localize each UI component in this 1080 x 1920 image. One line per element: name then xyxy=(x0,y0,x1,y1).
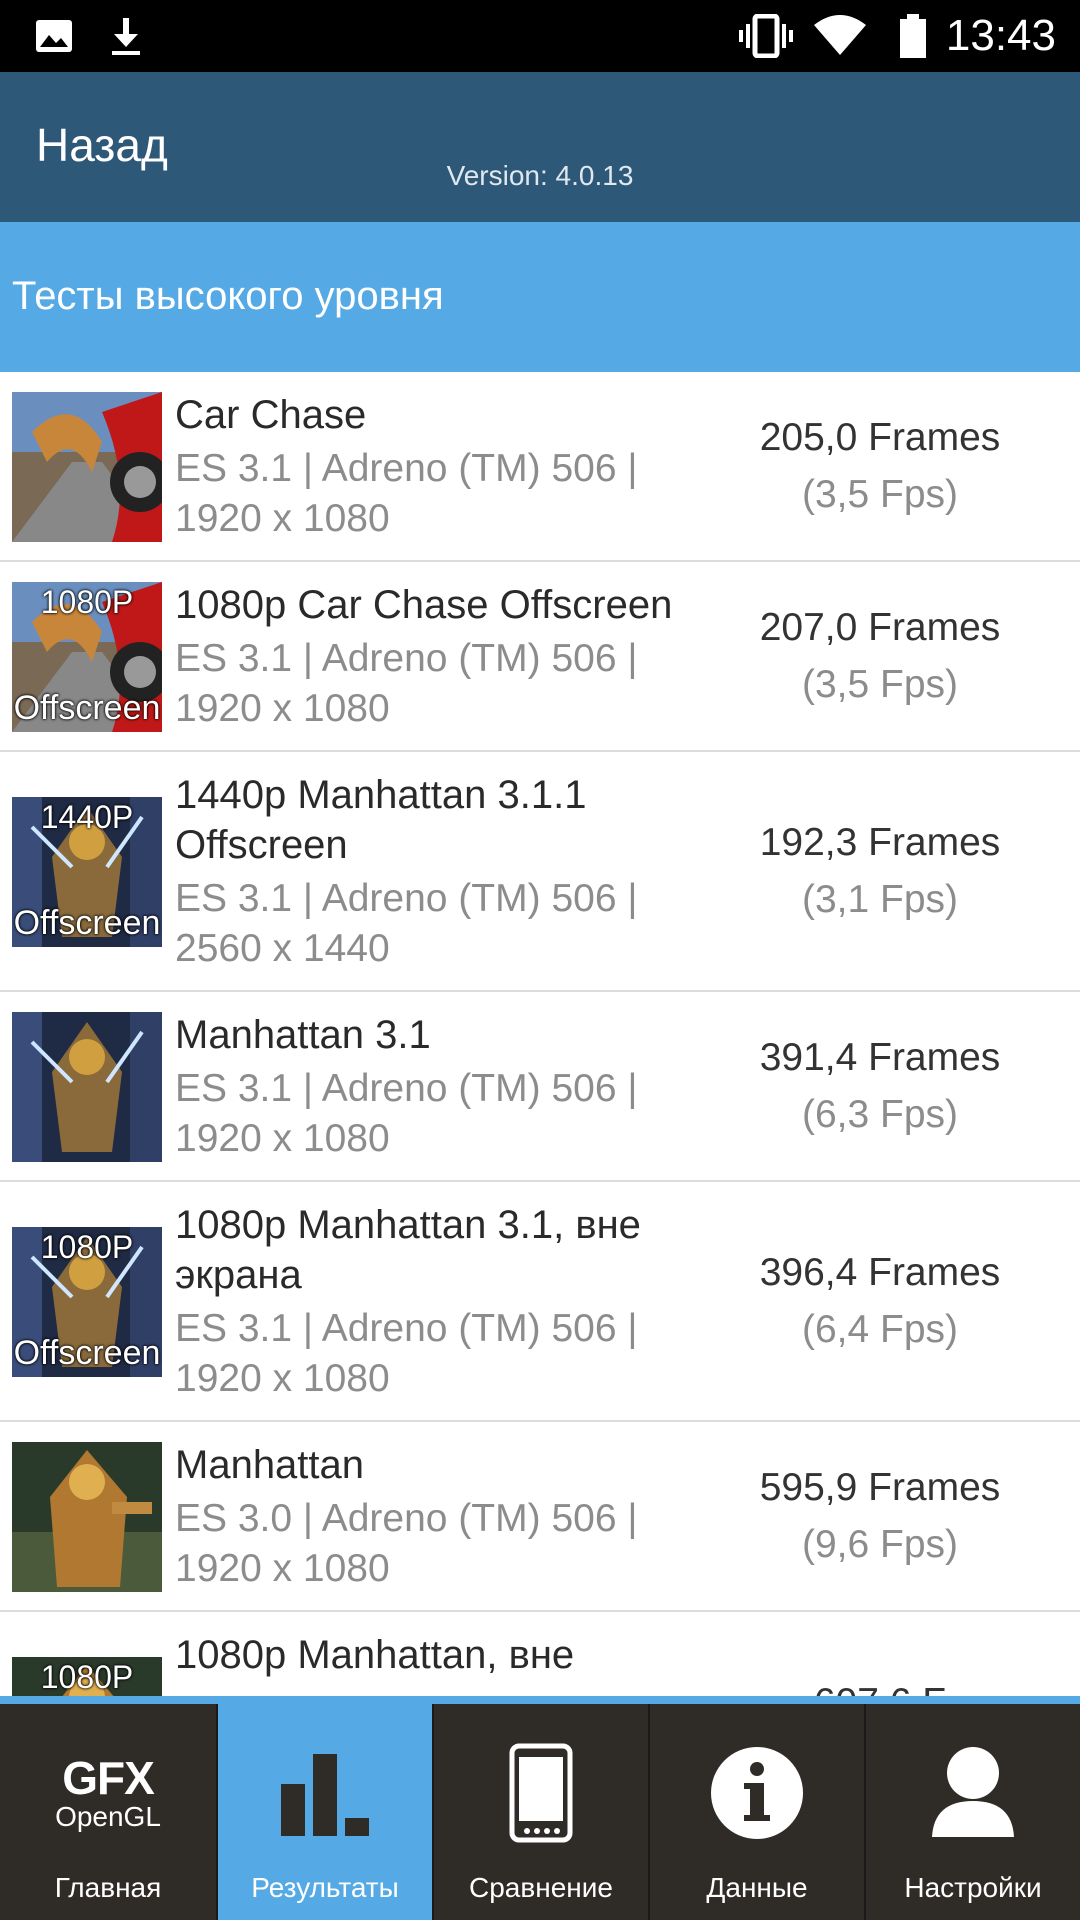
test-frames: 205,0 Frames xyxy=(759,416,1001,459)
test-info: Car Chase ES 3.1 | Adreno (TM) 506 | 192… xyxy=(175,390,715,544)
test-info: 1080p Manhattan, вне xyxy=(175,1630,715,1680)
test-resolution: 1920 x 1080 xyxy=(175,497,390,540)
thumb-top-label: 1080P xyxy=(40,1659,134,1695)
test-api: ES 3.1 | Adreno (TM) 506 | xyxy=(175,447,638,490)
thumb-bottom-label: Offscreen xyxy=(13,1334,161,1372)
test-score: 192,3 Frames (3,1 Fps) xyxy=(730,814,1030,928)
nav-compare[interactable]: Сравнение xyxy=(432,1704,648,1920)
results-list[interactable]: Car Chase ES 3.1 | Adreno (TM) 506 | 192… xyxy=(0,372,1080,1696)
wifi-icon xyxy=(812,0,868,72)
test-result-row[interactable]: Manhattan ES 3.0 | Adreno (TM) 506 | 192… xyxy=(0,1422,1080,1612)
test-score: 595,9 Frames (9,6 Fps) xyxy=(730,1459,1030,1573)
test-score: 391,4 Frames (6,3 Fps) xyxy=(730,1029,1030,1143)
test-fps: (9,6 Fps) xyxy=(801,1523,959,1566)
test-info: 1080p Manhattan 3.1, вне экрана ES 3.1 |… xyxy=(175,1200,715,1404)
test-frames: 607,6 F xyxy=(730,1674,1030,1696)
test-score: 205,0 Frames (3,5 Fps) xyxy=(730,409,1030,523)
test-resolution: 1920 x 1080 xyxy=(175,1547,390,1590)
car-chase-offscreen-thumbnail: 1080P Offscreen xyxy=(12,582,162,732)
opengl-logo-text: OpenGL xyxy=(55,1801,161,1832)
test-score: 207,0 Frames (3,5 Fps) xyxy=(730,599,1030,713)
nav-info[interactable]: Данные xyxy=(648,1704,864,1920)
thumb-top-label: 1080P xyxy=(40,1229,134,1265)
nav-label: Главная xyxy=(54,1872,162,1903)
thumb-bottom-label: Offscreen xyxy=(13,689,161,727)
test-title: 1080p Manhattan 3.1, вне xyxy=(175,1203,641,1247)
battery-icon xyxy=(896,0,930,72)
test-result-row[interactable]: 1080P 1080p Manhattan, вне 607,6 F xyxy=(0,1612,1080,1696)
test-result-row[interactable]: 1080P Offscreen 1080p Manhattan 3.1, вне… xyxy=(0,1182,1080,1422)
test-score: 396,4 Frames (6,4 Fps) xyxy=(730,1244,1030,1358)
test-title: Manhattan xyxy=(175,1443,365,1487)
gfx-opengl-logo-icon: GFX OpenGL xyxy=(0,1738,216,1848)
user-icon xyxy=(866,1738,1080,1848)
test-result-row[interactable]: 1440P Offscreen 1440p Manhattan 3.1.1 Of… xyxy=(0,752,1080,992)
test-title: Manhattan 3.1 xyxy=(175,1013,431,1057)
thumb-top-label: 1440P xyxy=(40,799,134,835)
test-info: 1080p Car Chase Offscreen ES 3.1 | Adren… xyxy=(175,580,715,734)
test-fps: (3,5 Fps) xyxy=(801,663,959,706)
test-result-row[interactable]: Car Chase ES 3.1 | Adreno (TM) 506 | 192… xyxy=(0,372,1080,562)
test-title-line2: Offscreen xyxy=(175,823,348,867)
manhattan-31-offscreen-thumbnail: 1080P Offscreen xyxy=(12,1227,162,1377)
status-time: 13:43 xyxy=(945,11,1056,60)
nav-settings[interactable]: Настройки xyxy=(864,1704,1080,1920)
test-fps: (3,1 Fps) xyxy=(801,878,959,921)
test-title: 1440p Manhattan 3.1.1 xyxy=(175,773,587,817)
info-icon xyxy=(650,1738,864,1848)
test-fps: (6,3 Fps) xyxy=(801,1093,959,1136)
test-info: Manhattan ES 3.0 | Adreno (TM) 506 | 192… xyxy=(175,1440,715,1594)
test-info: Manhattan 3.1 ES 3.1 | Adreno (TM) 506 |… xyxy=(175,1010,715,1164)
test-title: 1080p Car Chase Offscreen xyxy=(175,583,673,627)
test-api: ES 3.1 | Adreno (TM) 506 | xyxy=(175,1067,638,1110)
test-score: 607,6 F xyxy=(730,1674,1030,1696)
image-icon xyxy=(34,0,74,72)
nav-results[interactable]: Результаты xyxy=(216,1704,432,1920)
bottom-navigation: GFX OpenGL Главная Результаты Сравнение … xyxy=(0,1696,1080,1920)
manhattan-31-thumbnail xyxy=(12,1012,162,1162)
nav-label: Настройки xyxy=(904,1872,1042,1903)
version-label: Version: 4.0.13 xyxy=(446,160,634,191)
thumb-bottom-label: Offscreen xyxy=(13,904,161,942)
test-resolution: 1920 x 1080 xyxy=(175,1357,390,1400)
bar-chart-icon xyxy=(218,1738,432,1848)
section-title: Тесты высокого уровня xyxy=(12,274,444,318)
phone-icon xyxy=(434,1738,648,1848)
test-title-line2: экрана xyxy=(175,1253,302,1297)
status-bar: 13:43 xyxy=(0,0,1080,72)
test-api: ES 3.1 | Adreno (TM) 506 | xyxy=(175,637,638,680)
test-result-row[interactable]: 1080P Offscreen 1080p Car Chase Offscree… xyxy=(0,562,1080,752)
test-frames: 391,4 Frames xyxy=(759,1036,1001,1079)
test-frames: 396,4 Frames xyxy=(759,1251,1001,1294)
section-header: Тесты высокого уровня xyxy=(0,222,1080,372)
test-title: Car Chase xyxy=(175,393,367,437)
test-fps: (3,5 Fps) xyxy=(801,473,959,516)
test-frames: 192,3 Frames xyxy=(759,821,1001,864)
test-api: ES 3.1 | Adreno (TM) 506 | xyxy=(175,877,638,920)
test-result-row[interactable]: Manhattan 3.1 ES 3.1 | Adreno (TM) 506 |… xyxy=(0,992,1080,1182)
thumb-top-label: 1080P xyxy=(40,584,134,620)
test-frames: 595,9 Frames xyxy=(759,1466,1001,1509)
nav-label: Результаты xyxy=(251,1872,399,1903)
test-frames: 207,0 Frames xyxy=(759,606,1001,649)
test-info: 1440p Manhattan 3.1.1 Offscreen ES 3.1 |… xyxy=(175,770,715,974)
gfx-logo-text: GFX xyxy=(62,1752,155,1804)
test-api: ES 3.0 | Adreno (TM) 506 | xyxy=(175,1497,638,1540)
manhattan-offscreen-thumbnail: 1440P Offscreen xyxy=(12,797,162,947)
nav-label: Данные xyxy=(706,1872,808,1903)
test-api: ES 3.1 | Adreno (TM) 506 | xyxy=(175,1307,638,1350)
test-title: 1080p Manhattan, вне xyxy=(175,1633,575,1677)
manhattan-offscreen-thumbnail: 1080P xyxy=(12,1657,162,1696)
test-fps: (6,4 Fps) xyxy=(801,1308,959,1351)
car-chase-thumbnail xyxy=(12,392,162,542)
test-resolution: 1920 x 1080 xyxy=(175,687,390,730)
manhattan-thumbnail xyxy=(12,1442,162,1592)
nav-home[interactable]: GFX OpenGL Главная xyxy=(0,1704,216,1920)
test-resolution: 1920 x 1080 xyxy=(175,1117,390,1160)
vibrate-icon xyxy=(738,0,794,72)
test-resolution: 2560 x 1440 xyxy=(175,927,390,970)
app-header: Назад Version: 4.0.13 xyxy=(0,72,1080,222)
download-icon xyxy=(106,0,146,72)
nav-label: Сравнение xyxy=(469,1872,613,1903)
